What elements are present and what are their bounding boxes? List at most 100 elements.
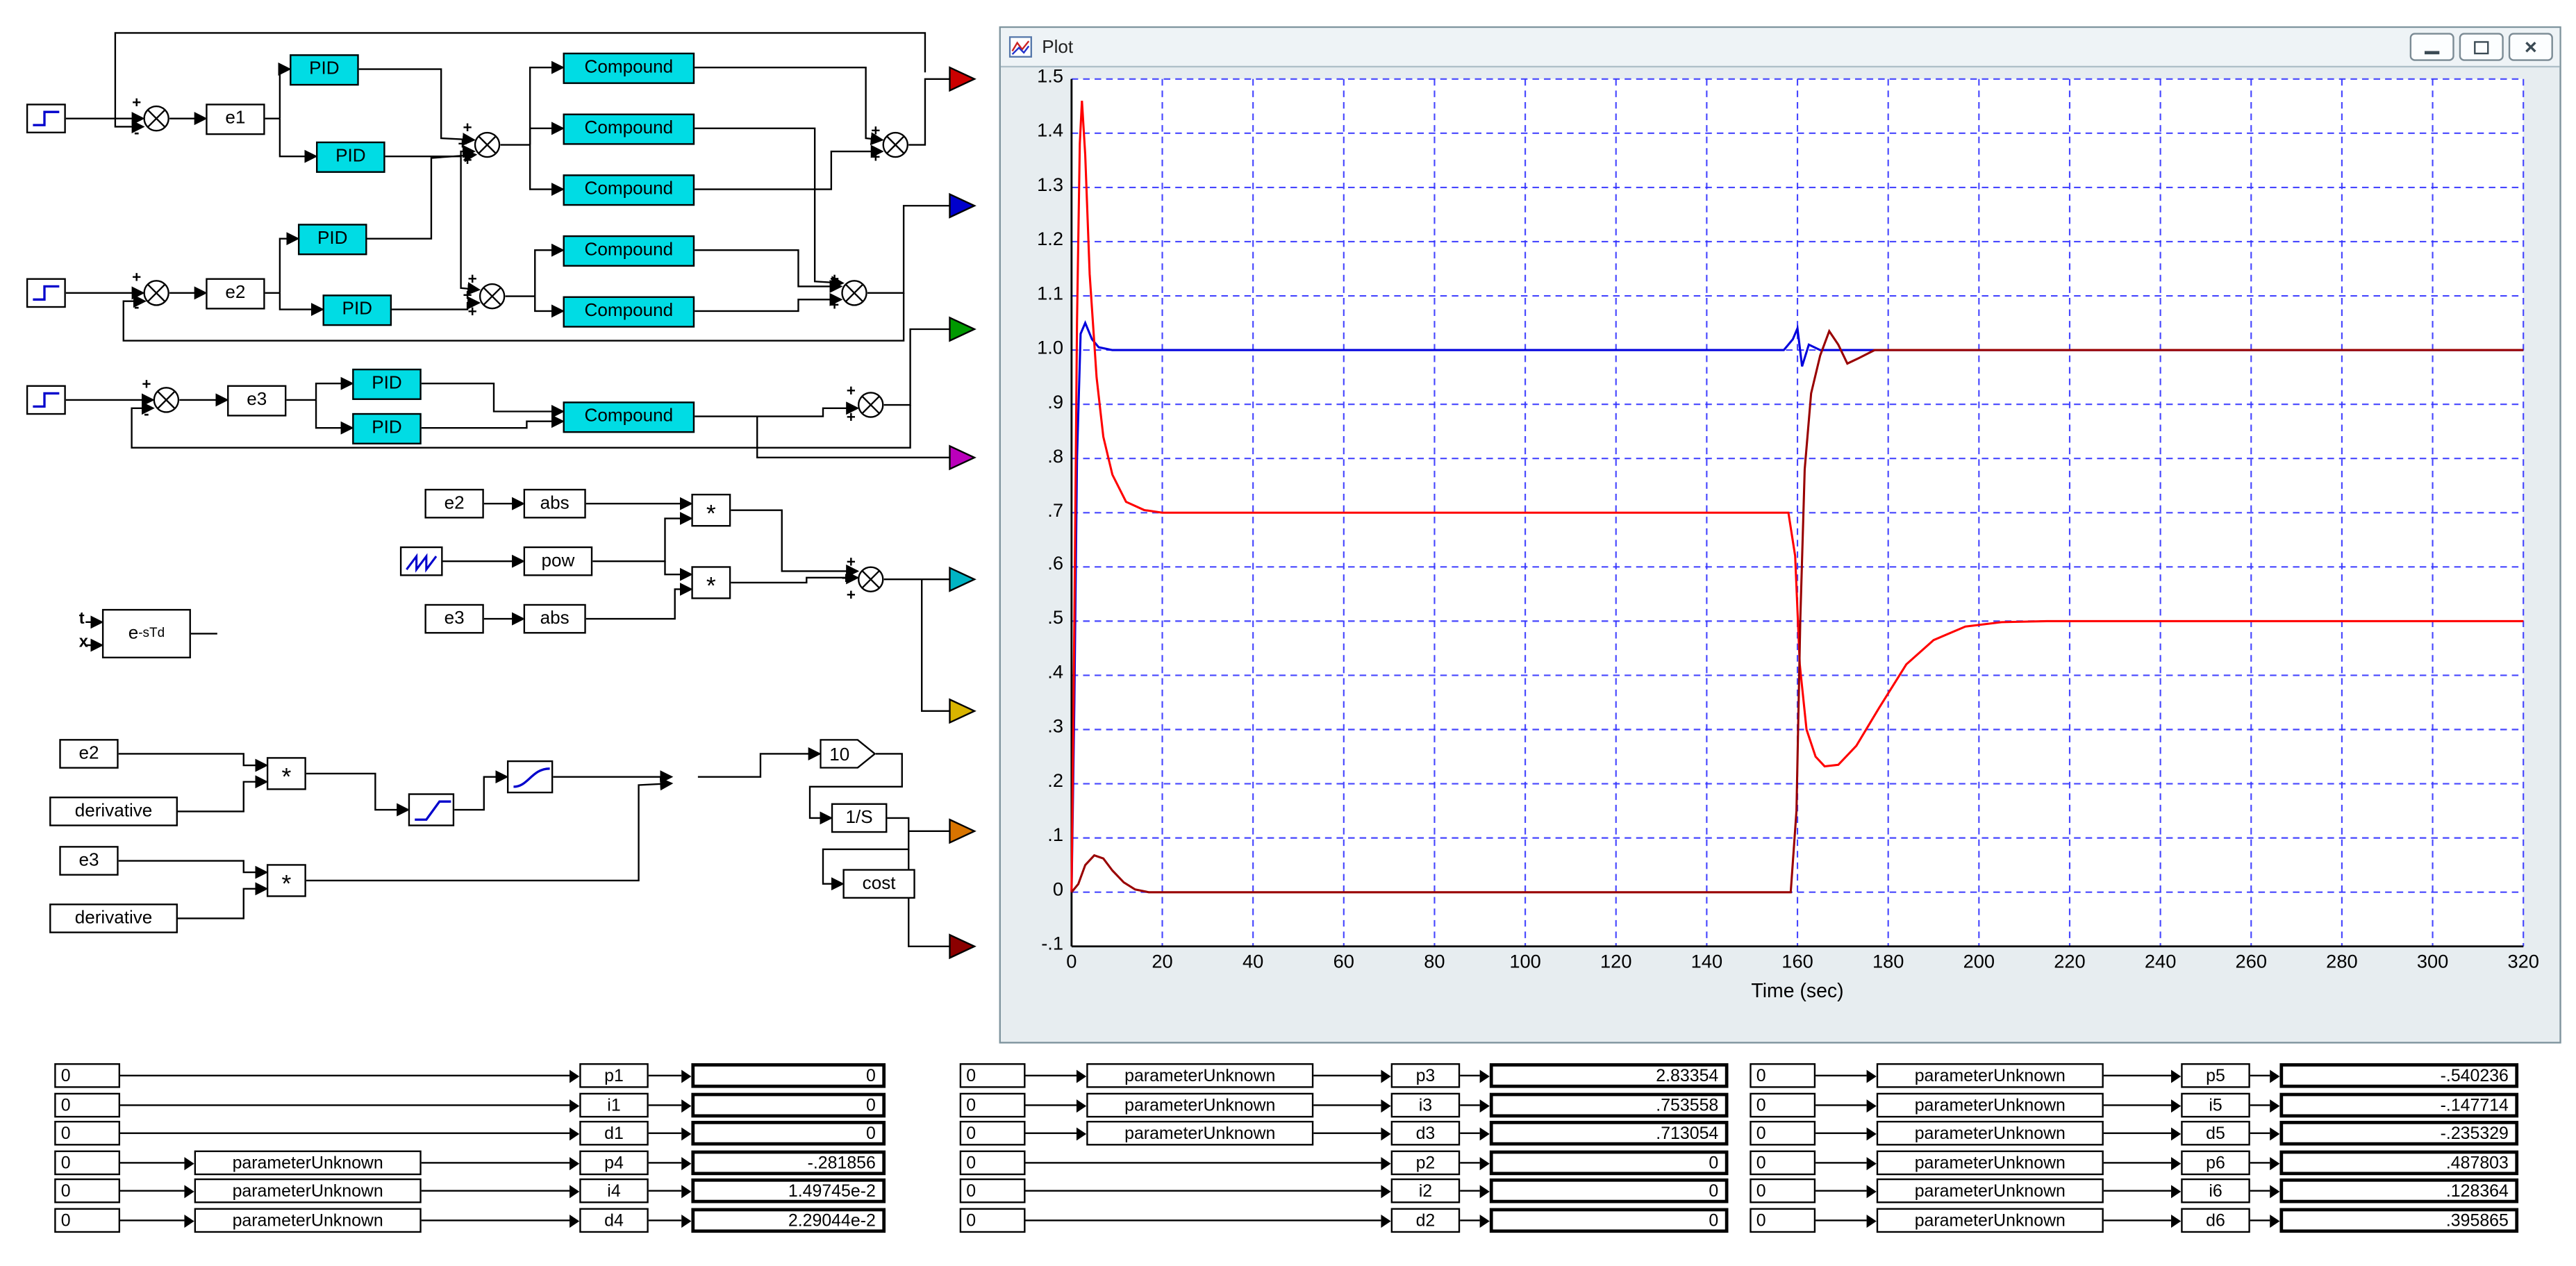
close-button[interactable]: × (2508, 33, 2553, 61)
const-block[interactable]: 0 (959, 1178, 1026, 1203)
compound-4[interactable]: Compound (563, 235, 695, 267)
step-2[interactable] (26, 278, 66, 308)
saw-1[interactable] (399, 546, 443, 576)
var-e3-c[interactable]: e3 (59, 846, 119, 876)
step-3[interactable] (26, 385, 66, 415)
variable-block-i1[interactable]: i1 (579, 1092, 649, 1118)
display-block-p1[interactable]: 0 (691, 1063, 886, 1088)
limit-2[interactable] (506, 760, 554, 794)
display-block-p6[interactable]: .487803 (2279, 1150, 2519, 1176)
parameter-unknown-block[interactable]: parameterUnknown (1876, 1208, 2104, 1233)
display-block-p4[interactable]: -.281856 (691, 1150, 886, 1176)
sum-2[interactable]: + + + (458, 119, 501, 170)
var-e3-b[interactable]: e3 (424, 603, 484, 634)
variable-block-p6[interactable]: p6 (2181, 1150, 2250, 1176)
variable-block-i3[interactable]: i3 (1390, 1092, 1461, 1118)
pid-6[interactable]: PID (352, 413, 422, 444)
sum-7[interactable]: + - (142, 376, 180, 424)
abs-1[interactable]: abs (523, 488, 586, 519)
sum-8[interactable]: + + (847, 383, 884, 427)
var-e3[interactable]: e3 (227, 385, 287, 417)
derivative-2[interactable]: derivative (49, 903, 178, 933)
const-block[interactable]: 0 (1750, 1063, 1816, 1088)
pid-1[interactable]: PID (290, 54, 359, 86)
display-block-i1[interactable]: 0 (691, 1092, 886, 1118)
display-block-i4[interactable]: 1.49745e-2 (691, 1178, 886, 1203)
compound-1[interactable]: Compound (563, 52, 695, 84)
display-block-p5[interactable]: -.540236 (2279, 1063, 2519, 1088)
mult-3[interactable]: * (266, 757, 306, 790)
variable-block-d2[interactable]: d2 (1390, 1208, 1461, 1233)
variable-block-p4[interactable]: p4 (579, 1150, 649, 1176)
mult-2[interactable]: * (691, 566, 731, 599)
const-block[interactable]: 0 (959, 1120, 1026, 1146)
variable-block-i4[interactable]: i4 (579, 1178, 649, 1203)
variable-block-i5[interactable]: i5 (2181, 1092, 2250, 1118)
const-block[interactable]: 0 (54, 1092, 121, 1118)
const-block[interactable]: 0 (1750, 1150, 1816, 1176)
display-block-d2[interactable]: 0 (1489, 1208, 1729, 1233)
const-block[interactable]: 0 (54, 1120, 121, 1146)
display-block-i5[interactable]: -.147714 (2279, 1092, 2519, 1118)
mult-4[interactable]: * (266, 864, 306, 897)
const-block[interactable]: 0 (1750, 1178, 1816, 1203)
parameter-unknown-block[interactable]: parameterUnknown (194, 1150, 422, 1176)
var-e2-c[interactable]: e2 (59, 739, 119, 769)
pid-4[interactable]: PID (322, 294, 392, 326)
const-block[interactable]: 0 (959, 1150, 1026, 1176)
display-block-i3[interactable]: .753558 (1489, 1092, 1729, 1118)
const-block[interactable]: 0 (1750, 1120, 1816, 1146)
display-block-d5[interactable]: -.235329 (2279, 1120, 2519, 1146)
derivative-1[interactable]: derivative (49, 797, 178, 826)
parameter-unknown-block[interactable]: parameterUnknown (1086, 1092, 1314, 1118)
parameter-unknown-block[interactable]: parameterUnknown (194, 1178, 422, 1203)
display-block-p3[interactable]: 2.83354 (1489, 1063, 1729, 1088)
sum-6[interactable]: + + (830, 271, 867, 315)
mult-1[interactable]: * (691, 493, 731, 526)
variable-block-i6[interactable]: i6 (2181, 1178, 2250, 1203)
compound-2[interactable]: Compound (563, 113, 695, 145)
plot-window-titlebar[interactable]: Plot × (1000, 28, 2560, 68)
display-block-p2[interactable]: 0 (1489, 1150, 1729, 1176)
abs-2[interactable]: abs (523, 603, 586, 634)
delay-1[interactable]: e -sTd (101, 608, 191, 658)
variable-block-d3[interactable]: d3 (1390, 1120, 1461, 1146)
sum-4[interactable]: + - (132, 269, 169, 317)
variable-block-d4[interactable]: d4 (579, 1208, 649, 1233)
const-block[interactable]: 0 (959, 1063, 1026, 1088)
parameter-unknown-block[interactable]: parameterUnknown (1086, 1120, 1314, 1146)
var-e2-b[interactable]: e2 (424, 488, 484, 519)
variable-block-d1[interactable]: d1 (579, 1120, 649, 1146)
parameter-unknown-block[interactable]: parameterUnknown (1876, 1092, 2104, 1118)
step-1[interactable] (26, 103, 66, 133)
restore-button[interactable] (2459, 33, 2504, 61)
limit-1[interactable] (408, 793, 455, 826)
display-block-i2[interactable]: 0 (1489, 1178, 1729, 1203)
display-block-d4[interactable]: 2.29044e-2 (691, 1208, 886, 1233)
parameter-unknown-block[interactable]: parameterUnknown (1876, 1063, 2104, 1088)
pid-3[interactable]: PID (297, 224, 367, 256)
display-block-i6[interactable]: .128364 (2279, 1178, 2519, 1203)
variable-block-p1[interactable]: p1 (579, 1063, 649, 1088)
variable-block-p5[interactable]: p5 (2181, 1063, 2250, 1088)
var-e2[interactable]: e2 (206, 278, 265, 310)
parameter-unknown-block[interactable]: parameterUnknown (1086, 1063, 1314, 1088)
parameter-unknown-block[interactable]: parameterUnknown (1876, 1150, 2104, 1176)
compound-6[interactable]: Compound (563, 401, 695, 433)
parameter-unknown-block[interactable]: parameterUnknown (194, 1208, 422, 1233)
compound-3[interactable]: Compound (563, 174, 695, 206)
integrator-1[interactable]: 1/S (831, 803, 888, 833)
pid-2[interactable]: PID (316, 141, 385, 173)
const-block[interactable]: 0 (54, 1178, 121, 1203)
variable-block-d6[interactable]: d6 (2181, 1208, 2250, 1233)
sum-5[interactable]: + + + (463, 271, 506, 322)
var-e1[interactable]: e1 (206, 103, 265, 135)
const-block[interactable]: 0 (959, 1208, 1026, 1233)
const-block[interactable]: 0 (54, 1150, 121, 1176)
variable-block-d5[interactable]: d5 (2181, 1120, 2250, 1146)
pid-5[interactable]: PID (352, 368, 422, 400)
const-block[interactable]: 0 (54, 1208, 121, 1233)
variable-block-i2[interactable]: i2 (1390, 1178, 1461, 1203)
const-block[interactable]: 0 (959, 1092, 1026, 1118)
compound-5[interactable]: Compound (563, 296, 695, 328)
